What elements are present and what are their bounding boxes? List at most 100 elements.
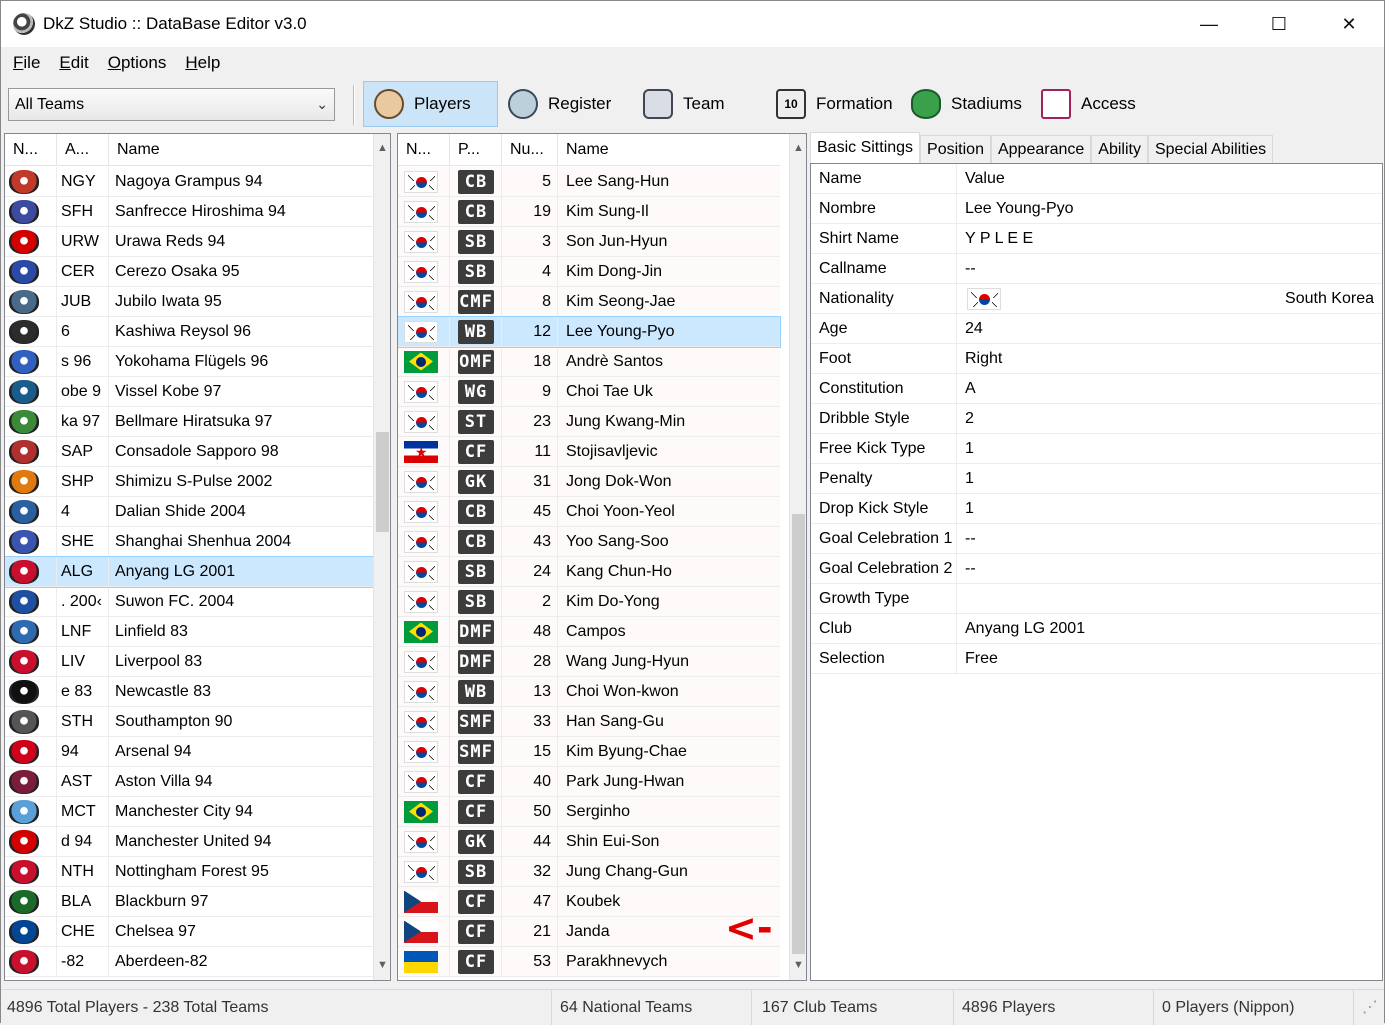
tab-ability[interactable]: Ability	[1091, 135, 1148, 165]
detail-value[interactable]: Anyang LG 2001	[957, 614, 1382, 643]
team-row[interactable]: AST Aston Villa 94	[5, 766, 373, 797]
detail-row[interactable]: Selection Free	[811, 644, 1382, 674]
detail-value[interactable]: 1	[957, 494, 1382, 523]
menu-edit[interactable]: Edit	[51, 53, 96, 73]
scroll-thumb[interactable]	[376, 432, 389, 532]
player-row[interactable]: CMF 8 Kim Seong-Jae	[398, 286, 780, 317]
team-row[interactable]: NTH Nottingham Forest 95	[5, 856, 373, 887]
players-scrollbar[interactable]: ▲ ▼	[789, 134, 806, 980]
detail-value[interactable]: South Korea	[957, 284, 1382, 313]
tab-basic-sittings[interactable]: Basic Sittings	[810, 132, 921, 164]
formation-button[interactable]: 10 Formation	[766, 81, 903, 127]
detail-row[interactable]: Shirt Name Y P L E E	[811, 224, 1382, 254]
team-row[interactable]: 6 Kashiwa Reysol 96	[5, 316, 373, 347]
detail-value[interactable]: Free	[957, 644, 1382, 673]
close-button[interactable]: ✕	[1314, 1, 1384, 47]
team-row[interactable]: MCT Manchester City 94	[5, 796, 373, 827]
team-row[interactable]: 94 Arsenal 94	[5, 736, 373, 767]
team-row[interactable]: BLA Blackburn 97	[5, 886, 373, 917]
player-row[interactable]: GK 31 Jong Dok-Won	[398, 466, 780, 497]
player-row[interactable]: SB 3 Son Jun-Hyun	[398, 226, 780, 257]
team-row[interactable]: ALG Anyang LG 2001	[5, 556, 374, 588]
team-row[interactable]: LIV Liverpool 83	[5, 646, 373, 677]
tab-special-abilities[interactable]: Special Abilities	[1147, 135, 1274, 165]
col-header-player-name[interactable]: Name	[558, 134, 780, 166]
menu-help[interactable]: Help	[177, 53, 228, 73]
team-filter-dropdown[interactable]: All Teams ⌄	[8, 88, 335, 121]
detail-value[interactable]: --	[957, 524, 1382, 553]
team-row[interactable]: e 83 Newcastle 83	[5, 676, 373, 707]
detail-row[interactable]: Goal Celebration 1 --	[811, 524, 1382, 554]
team-row[interactable]: SAP Consadole Sapporo 98	[5, 436, 373, 467]
detail-value[interactable]: Y P L E E	[957, 224, 1382, 253]
player-row[interactable]: SMF 15 Kim Byung-Chae	[398, 736, 780, 767]
player-row[interactable]: WG 9 Choi Tae Uk	[398, 376, 780, 407]
player-row[interactable]: CF 50 Serginho	[398, 796, 780, 827]
player-row[interactable]: SB 4 Kim Dong-Jin	[398, 256, 780, 287]
player-row[interactable]: SB 24 Kang Chun-Ho	[398, 556, 780, 587]
detail-row[interactable]: Penalty 1	[811, 464, 1382, 494]
team-row[interactable]: STH Southampton 90	[5, 706, 373, 737]
col-header-abbr[interactable]: A...	[57, 134, 109, 166]
detail-row[interactable]: Nationality South Korea	[811, 284, 1382, 314]
team-button[interactable]: Team	[633, 81, 735, 127]
player-row[interactable]: CB 5 Lee Sang-Hun	[398, 166, 780, 197]
col-header-position[interactable]: P...	[450, 134, 502, 166]
detail-value[interactable]: --	[957, 254, 1382, 283]
detail-value[interactable]: 1	[957, 464, 1382, 493]
detail-row[interactable]: Nombre Lee Young-Pyo	[811, 194, 1382, 224]
col-header-nation[interactable]: N...	[398, 134, 450, 166]
player-row[interactable]: DMF 28 Wang Jung-Hyun	[398, 646, 780, 677]
team-row[interactable]: CER Cerezo Osaka 95	[5, 256, 373, 287]
player-row[interactable]: SB 2 Kim Do-Yong	[398, 586, 780, 617]
detail-row[interactable]: Constitution A	[811, 374, 1382, 404]
menu-file[interactable]: File	[5, 53, 48, 73]
detail-row[interactable]: Drop Kick Style 1	[811, 494, 1382, 524]
minimize-button[interactable]: —	[1174, 1, 1244, 47]
player-row[interactable]: CB 43 Yoo Sang-Soo	[398, 526, 780, 557]
player-row[interactable]: CF 40 Park Jung-Hwan	[398, 766, 780, 797]
detail-row[interactable]: Foot Right	[811, 344, 1382, 374]
detail-value[interactable]: 2	[957, 404, 1382, 433]
detail-value[interactable]: Right	[957, 344, 1382, 373]
player-row[interactable]: CB 19 Kim Sung-Il	[398, 196, 780, 227]
teams-scrollbar[interactable]: ▲ ▼	[373, 134, 390, 980]
team-row[interactable]: s 96 Yokohama Flügels 96	[5, 346, 373, 377]
scroll-thumb[interactable]	[792, 514, 805, 954]
col-header-name[interactable]: Name	[109, 134, 373, 166]
detail-row[interactable]: Goal Celebration 2 --	[811, 554, 1382, 584]
col-header-crest[interactable]: N...	[5, 134, 57, 166]
player-row[interactable]: CF 47 Koubek	[398, 886, 780, 917]
team-row[interactable]: obe 9 Vissel Kobe 97	[5, 376, 373, 407]
detail-row[interactable]: Age 24	[811, 314, 1382, 344]
scroll-down-icon[interactable]: ▼	[374, 957, 390, 974]
access-button[interactable]: Access	[1031, 81, 1146, 127]
player-row[interactable]: CF 53 Parakhnevych	[398, 946, 780, 977]
team-row[interactable]: LNF Linfield 83	[5, 616, 373, 647]
player-row[interactable]: CB 45 Choi Yoon-Yeol	[398, 496, 780, 527]
team-row[interactable]: ka 97 Bellmare Hiratsuka 97	[5, 406, 373, 437]
maximize-button[interactable]: ☐	[1244, 1, 1314, 47]
team-row[interactable]: NGY Nagoya Grampus 94	[5, 166, 373, 197]
team-row[interactable]: SHP Shimizu S-Pulse 2002	[5, 466, 373, 497]
players-button[interactable]: Players	[363, 81, 498, 127]
detail-value[interactable]	[957, 584, 1382, 613]
resize-grip-icon[interactable]: ⋰	[1356, 990, 1384, 1025]
tab-appearance[interactable]: Appearance	[990, 135, 1092, 165]
player-row[interactable]: CF 11 Stojisavljevic	[398, 436, 780, 467]
register-button[interactable]: Register	[498, 81, 621, 127]
team-row[interactable]: URW Urawa Reds 94	[5, 226, 373, 257]
tab-position[interactable]: Position	[920, 135, 991, 165]
player-row[interactable]: DMF 48 Campos	[398, 616, 780, 647]
scroll-down-icon[interactable]: ▼	[790, 957, 806, 974]
team-row[interactable]: d 94 Manchester United 94	[5, 826, 373, 857]
detail-row[interactable]: Dribble Style 2	[811, 404, 1382, 434]
player-row[interactable]: GK 44 Shin Eui-Son	[398, 826, 780, 857]
menu-options[interactable]: Options	[100, 53, 175, 73]
scroll-up-icon[interactable]: ▲	[790, 140, 806, 157]
team-row[interactable]: SFH Sanfrecce Hiroshima 94	[5, 196, 373, 227]
detail-row[interactable]: Callname --	[811, 254, 1382, 284]
scroll-up-icon[interactable]: ▲	[374, 140, 390, 157]
detail-value[interactable]: 24	[957, 314, 1382, 343]
col-header-number[interactable]: Nu...	[502, 134, 558, 166]
